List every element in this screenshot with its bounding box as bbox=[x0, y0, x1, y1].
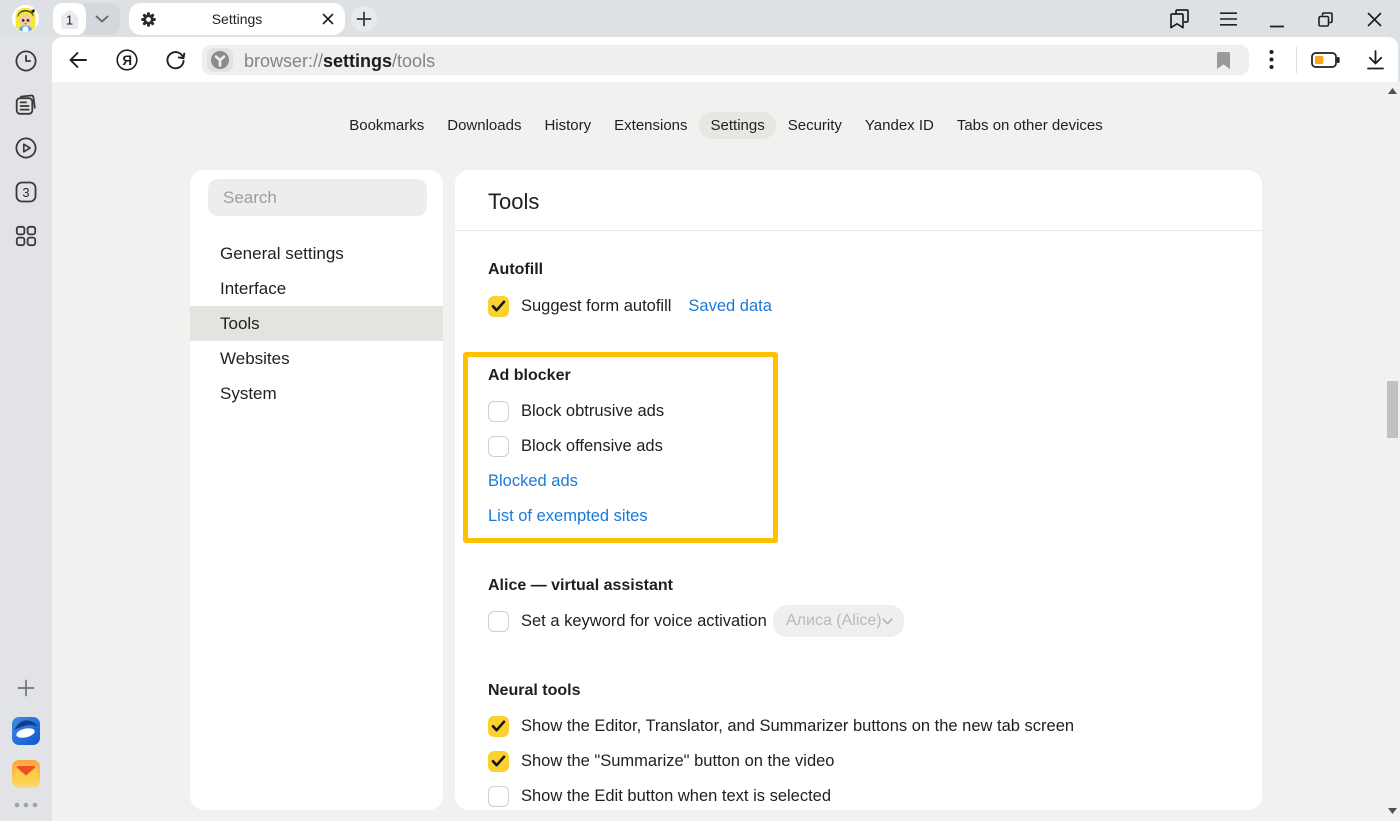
svg-text:Я: Я bbox=[122, 53, 132, 68]
svg-text:1: 1 bbox=[66, 12, 73, 27]
svg-text:3: 3 bbox=[22, 185, 29, 200]
